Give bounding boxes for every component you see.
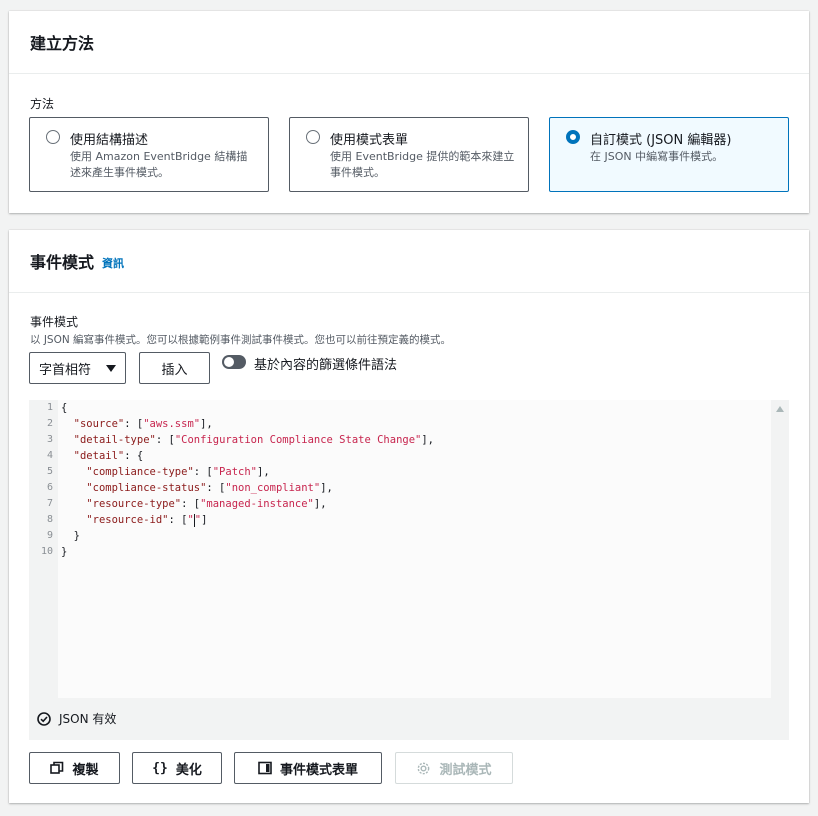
code-line: {: [58, 400, 771, 416]
event-pattern-field-desc: 以 JSON 編寫事件模式。您可以根據範例事件測試事件模式。您也可以前往預定義的…: [30, 334, 452, 346]
line-number: 5: [46, 466, 53, 477]
code-line: "detail": {: [73, 450, 144, 462]
code-string: ": [194, 514, 202, 526]
code-key: "detail": [73, 450, 125, 462]
content-filter-toggle[interactable]: [222, 355, 246, 369]
code-line: "source": ["aws.ssm"],: [73, 418, 213, 430]
code-key: "resource-type": [86, 498, 182, 510]
braces-icon: {}: [152, 760, 168, 776]
code-line: "compliance-type": ["Patch"],: [86, 466, 270, 478]
code-key: "resource-id": [86, 514, 169, 526]
code-token: }: [61, 546, 68, 558]
event-pattern-panel: 事件模式 資訊 事件模式 以 JSON 編寫事件模式。您可以根據範例事件測試事件…: [9, 230, 809, 803]
code-key: "detail-type": [73, 434, 156, 446]
event-pattern-field-label: 事件模式: [30, 315, 79, 329]
scroll-up-arrow-icon[interactable]: [776, 406, 784, 412]
event-pattern-header: 事件模式 資訊: [9, 230, 809, 293]
line-number: 1: [46, 402, 53, 413]
code-line: "resource-id": [""]: [86, 513, 208, 527]
line-number: 6: [46, 482, 53, 493]
content-filter-toggle-label: 基於內容的篩選條件語法: [254, 358, 398, 373]
split-panel-icon: [258, 761, 272, 775]
gear-icon: [418, 762, 430, 774]
line-number: 2: [46, 418, 53, 429]
line-number-gutter: 1 2 3 4 5 6 7 8 9 10: [29, 400, 57, 698]
code-line: }: [58, 528, 771, 544]
code-line: "compliance-status": ["non_compliant"],: [86, 482, 333, 494]
json-validation-status: JSON 有效: [37, 710, 116, 727]
custom-json-option-title: 自訂模式 (JSON 編輯器): [590, 133, 732, 148]
match-type-value: 字首相符: [39, 362, 92, 378]
line-number: 8: [46, 514, 53, 525]
info-link[interactable]: 資訊: [102, 255, 124, 271]
test-pattern-button[interactable]: 測試模式: [395, 752, 513, 784]
code-line: }: [58, 544, 771, 560]
prettify-button[interactable]: {} 美化: [132, 752, 222, 784]
code-line: "detail-type": ["Configuration Complianc…: [73, 434, 435, 446]
code-string: "managed-instance": [200, 498, 314, 510]
line-number: 3: [46, 434, 53, 445]
event-pattern-form-button[interactable]: 事件模式表單: [234, 752, 382, 784]
creation-method-header: 建立方法: [9, 11, 809, 74]
event-pattern-title: 事件模式: [30, 253, 95, 272]
json-editor[interactable]: 1 2 3 4 5 6 7 8 9 10 { "source": ["aws.s…: [29, 400, 789, 740]
method-label: 方法: [30, 97, 55, 111]
schema-option-title: 使用結構描述: [70, 133, 149, 148]
check-circle-icon: [37, 711, 51, 726]
code-string: "Patch": [212, 466, 257, 478]
custom-json-option-desc: 在 JSON 中編寫事件模式。: [590, 150, 724, 163]
test-pattern-label: 測試模式: [439, 762, 492, 778]
form-option-desc: 使用 EventBridge 提供的範本來建立事件模式。: [330, 150, 515, 179]
copy-button[interactable]: 複製: [29, 752, 120, 784]
form-radio[interactable]: [306, 130, 320, 144]
line-number: 7: [46, 498, 53, 509]
creation-method-panel: 建立方法 方法 使用結構描述 使用 Amazon EventBridge 結構描…: [9, 11, 809, 213]
code-token: {: [61, 402, 68, 414]
json-status-text: JSON 有效: [59, 712, 117, 726]
code-key: "compliance-type": [86, 466, 194, 478]
code-key: "compliance-status": [86, 482, 207, 494]
code-key: "source": [73, 418, 125, 430]
custom-json-radio[interactable]: [566, 130, 580, 144]
prettify-button-label: 美化: [175, 762, 202, 778]
creation-method-title: 建立方法: [30, 34, 95, 53]
copy-icon: [50, 761, 64, 774]
line-number: 9: [46, 530, 53, 541]
code-string: "non_compliant": [225, 482, 321, 494]
match-type-select[interactable]: 字首相符: [29, 352, 126, 384]
schema-radio[interactable]: [46, 130, 60, 144]
line-number: 4: [46, 450, 53, 461]
method-option-form[interactable]: 使用模式表單 使用 EventBridge 提供的範本來建立事件模式。: [289, 117, 529, 192]
schema-option-desc: 使用 Amazon EventBridge 結構描述來產生事件模式。: [70, 150, 248, 179]
form-option-title: 使用模式表單: [330, 133, 409, 148]
code-string: "aws.ssm": [143, 418, 201, 430]
code-text-area[interactable]: { "source": ["aws.ssm"], "detail-type": …: [58, 400, 771, 698]
event-pattern-form-label: 事件模式表單: [279, 762, 358, 778]
method-option-custom-json[interactable]: 自訂模式 (JSON 編輯器) 在 JSON 中編寫事件模式。: [549, 117, 789, 192]
code-token: }: [73, 530, 80, 542]
method-option-schema[interactable]: 使用結構描述 使用 Amazon EventBridge 結構描述來產生事件模式…: [29, 117, 269, 192]
code-line: "resource-type": ["managed-instance"],: [86, 498, 327, 510]
caret-down-icon: [106, 364, 116, 372]
insert-button[interactable]: 插入: [139, 352, 210, 384]
copy-button-label: 複製: [72, 762, 99, 778]
insert-button-label: 插入: [161, 362, 188, 378]
line-number: 10: [40, 546, 53, 557]
code-string: "Configuration Compliance State Change": [174, 434, 422, 446]
